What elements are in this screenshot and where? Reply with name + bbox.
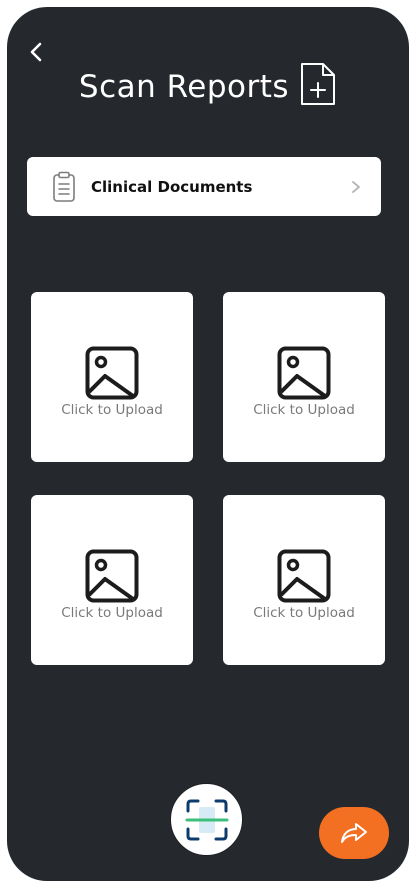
upload-label: Click to Upload xyxy=(253,402,355,418)
app-screen: Scan Reports Clinical Documents Click to… xyxy=(7,7,409,881)
share-icon xyxy=(341,823,367,843)
upload-label: Click to Upload xyxy=(61,402,163,418)
upload-label: Click to Upload xyxy=(253,605,355,621)
upload-tile-4[interactable]: Click to Upload xyxy=(223,495,385,665)
category-label: Clinical Documents xyxy=(91,177,253,196)
upload-tile-2[interactable]: Click to Upload xyxy=(223,292,385,462)
upload-label: Click to Upload xyxy=(61,605,163,621)
chevron-right-icon xyxy=(352,180,360,193)
scan-button[interactable] xyxy=(170,783,243,856)
header: Scan Reports xyxy=(7,59,409,109)
category-selector[interactable]: Clinical Documents xyxy=(27,157,381,216)
clipboard-icon xyxy=(53,171,75,202)
page-title: Scan Reports xyxy=(78,69,290,105)
upload-tile-3[interactable]: Click to Upload xyxy=(31,495,193,665)
file-add-icon[interactable] xyxy=(299,61,337,107)
image-icon xyxy=(277,549,331,603)
upload-tile-1[interactable]: Click to Upload xyxy=(31,292,193,462)
share-button[interactable] xyxy=(319,807,389,859)
scan-icon xyxy=(185,799,228,840)
image-icon xyxy=(277,346,331,400)
image-icon xyxy=(85,346,139,400)
image-icon xyxy=(85,549,139,603)
